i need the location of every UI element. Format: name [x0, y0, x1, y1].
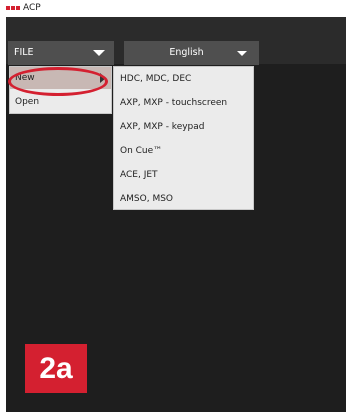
submenu-item-hdc-mdc-dec[interactable]: HDC, MDC, DEC: [114, 67, 253, 91]
title-bar: ACP: [0, 0, 346, 17]
language-dropdown[interactable]: English: [124, 41, 259, 65]
menu-item-new[interactable]: New: [10, 67, 111, 89]
submenu-item-on-cue[interactable]: On Cue™: [114, 139, 253, 163]
submenu-arrow-icon: [100, 73, 106, 83]
menu-item-label: New: [15, 73, 35, 83]
submenu-item-ace-jet[interactable]: ACE, JET: [114, 163, 253, 187]
menu-item-label: Open: [15, 97, 40, 107]
step-badge: 2a: [25, 344, 87, 393]
new-submenu: HDC, MDC, DEC AXP, MXP - touchscreen AXP…: [113, 66, 254, 210]
submenu-item-axp-touchscreen[interactable]: AXP, MXP - touchscreen: [114, 91, 253, 115]
file-dropdown[interactable]: FILE: [8, 41, 114, 65]
chevron-down-icon: [237, 51, 247, 56]
menu-item-open[interactable]: Open: [10, 91, 111, 113]
acp-logo: [6, 6, 21, 10]
file-dropdown-label: FILE: [14, 47, 34, 58]
chevron-down-icon: [93, 50, 105, 56]
submenu-item-amso-mso[interactable]: AMSO, MSO: [114, 187, 253, 211]
window-title: ACP: [23, 3, 41, 13]
file-menu: New Open: [9, 66, 112, 114]
submenu-item-axp-keypad[interactable]: AXP, MXP - keypad: [114, 115, 253, 139]
